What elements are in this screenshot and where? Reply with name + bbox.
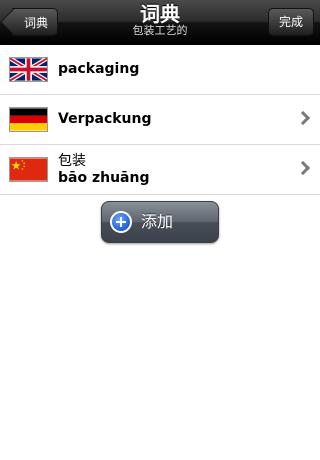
chevron-right-icon: [295, 160, 311, 176]
chevron-right-icon: [295, 110, 311, 126]
add-button-label: 添加: [141, 212, 174, 231]
uk-flag-icon: [10, 58, 47, 81]
entry-text: 包装 bāo zhuāng: [58, 145, 149, 194]
entry-pinyin: bāo zhuāng: [58, 169, 150, 186]
list-item[interactable]: 包装 bāo zhuāng: [0, 145, 320, 195]
nav-bar: 词典 词典 包装工艺的 完成: [0, 0, 320, 45]
china-flag-icon: [10, 158, 47, 181]
translation-list: packaging Verpackung 包装 bāo zhuāng: [0, 45, 320, 195]
entry-term: Verpackung: [58, 111, 152, 127]
add-button[interactable]: 添加: [101, 201, 219, 243]
entry-text: packaging: [58, 45, 139, 94]
entry-text: Verpackung: [58, 95, 152, 144]
done-button[interactable]: 完成: [267, 8, 314, 36]
list-item[interactable]: packaging: [0, 45, 320, 95]
entry-term: packaging: [58, 61, 140, 77]
list-item[interactable]: Verpackung: [0, 95, 320, 145]
germany-flag-icon: [10, 108, 47, 131]
plus-circle-icon: [110, 211, 132, 233]
entry-term-chinese: 包装: [58, 152, 86, 169]
